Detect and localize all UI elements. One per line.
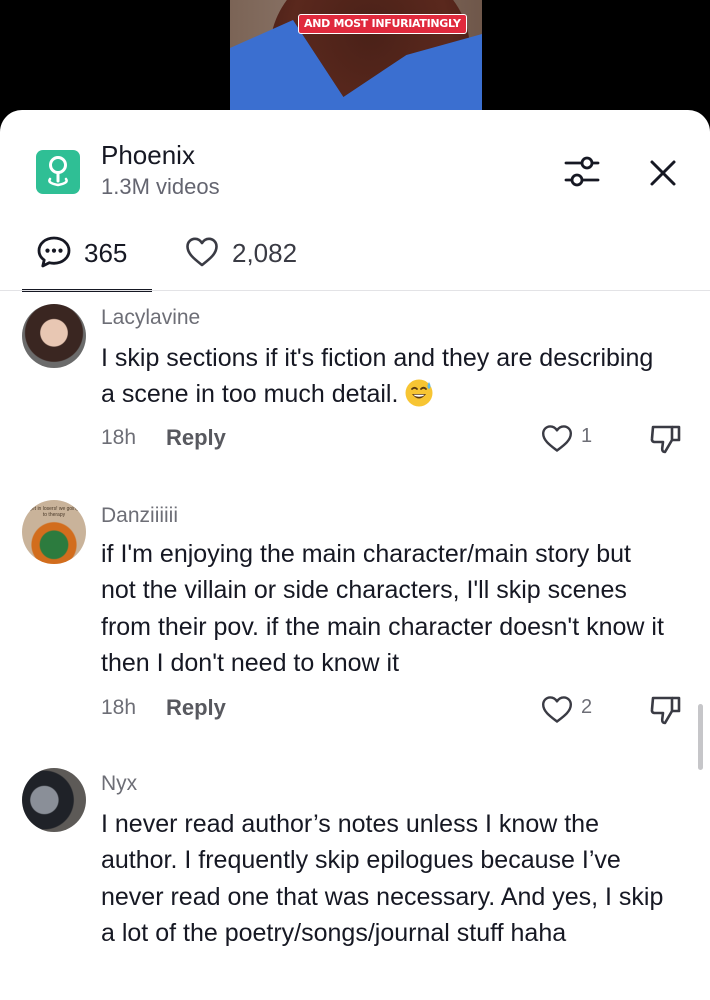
close-icon xyxy=(650,160,676,186)
tab-comments[interactable]: 365 xyxy=(22,228,152,290)
thumbs-down-icon xyxy=(650,425,681,454)
sheet-header: Phoenix 1.3M videos xyxy=(0,110,710,220)
comment-username[interactable]: Nyx xyxy=(101,772,137,796)
avatar[interactable] xyxy=(22,304,86,368)
comment-text: I never read author’s notes unless I kno… xyxy=(101,810,664,948)
comment-username[interactable]: Danziiiiii xyxy=(101,504,178,528)
filter-button[interactable] xyxy=(562,154,602,190)
scrollbar[interactable] xyxy=(698,704,703,770)
avatar-caption: get in losers! we going to therapy xyxy=(29,506,79,518)
tab-likes[interactable]: 2,082 xyxy=(182,228,342,290)
heart-icon xyxy=(186,237,218,267)
comment-username[interactable]: Lacylavine xyxy=(101,306,200,330)
header-divider xyxy=(0,290,710,291)
comment-bubble-icon xyxy=(37,236,71,268)
reply-button[interactable]: Reply xyxy=(166,425,226,451)
comment-count: 365 xyxy=(84,238,128,268)
comment-text: I skip sections if it's fiction and they… xyxy=(101,340,671,413)
comment-like-button[interactable]: 1 xyxy=(540,422,600,454)
video-caption: AND MOST INFURIATINGLY xyxy=(298,14,467,34)
sliders-icon xyxy=(564,156,600,187)
comment-like-count: 2 xyxy=(581,696,593,718)
comment-time: 18h xyxy=(101,696,137,719)
place-title[interactable]: Phoenix xyxy=(101,140,195,171)
comment-like-button[interactable]: 2 xyxy=(540,693,600,725)
comment-text-content: I skip sections if it's fiction and they… xyxy=(101,344,654,409)
thumbs-down-icon xyxy=(650,696,681,725)
close-button[interactable] xyxy=(646,156,680,190)
like-count-total: 2,082 xyxy=(232,238,298,268)
avatar[interactable]: get in losers! we going to therapy xyxy=(22,500,86,564)
sweat-smile-emoji-icon xyxy=(405,379,433,407)
heart-icon xyxy=(542,425,572,452)
location-pin-icon xyxy=(36,150,80,194)
heart-icon xyxy=(542,696,572,723)
dislike-button[interactable] xyxy=(648,693,684,727)
comments-sheet: Phoenix 1.3M videos 365 2,082 Lacylavine… xyxy=(0,110,710,1000)
comment-time: 18h xyxy=(101,426,137,449)
comment-text: if I'm enjoying the main character/main … xyxy=(101,540,664,678)
place-video-count: 1.3M videos xyxy=(101,174,220,199)
dislike-button[interactable] xyxy=(648,422,684,456)
reply-button[interactable]: Reply xyxy=(166,695,226,721)
screen: AND MOST INFURIATINGLY Phoenix 1.3M vide… xyxy=(0,0,710,1000)
comment-like-count: 1 xyxy=(581,425,593,447)
sheet-tabs: 365 2,082 xyxy=(0,228,710,290)
avatar[interactable] xyxy=(22,768,86,832)
